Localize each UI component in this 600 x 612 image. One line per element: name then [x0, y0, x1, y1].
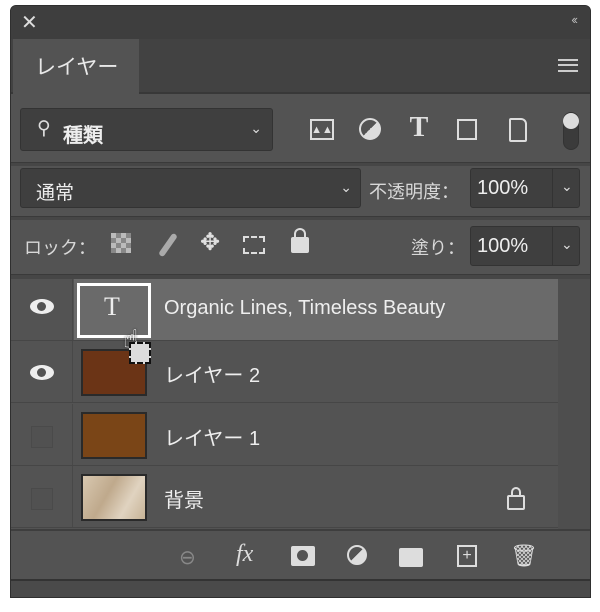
- link-layers-icon[interactable]: ⊖: [179, 545, 196, 570]
- filter-kind-select[interactable]: ⚲ 種類 ⌄: [20, 108, 273, 151]
- search-icon: ⚲: [37, 118, 51, 139]
- text-layer-thumbnail: T: [77, 283, 151, 338]
- layer-row[interactable]: レイヤー 1: [11, 404, 558, 466]
- opacity-dropdown-button[interactable]: ⌄: [552, 169, 579, 207]
- chevron-down-icon: ⌄: [561, 178, 573, 194]
- chevron-down-icon: ⌄: [250, 120, 262, 136]
- opacity-input[interactable]: 100% ⌄: [470, 168, 580, 208]
- shape-filter-icon[interactable]: [457, 119, 477, 140]
- layer-name: レイヤー 1: [164, 428, 261, 450]
- tab-layers[interactable]: レイヤー: [13, 39, 139, 96]
- fill-value: 100%: [477, 235, 529, 257]
- chevron-down-icon: ⌄: [340, 179, 352, 195]
- opacity-value: 100%: [477, 177, 529, 199]
- image-filter-icon[interactable]: ▲▲: [310, 119, 334, 140]
- visibility-toggle[interactable]: [31, 488, 53, 510]
- layer-name: 背景: [164, 490, 204, 512]
- layer-list: T Organic Lines, Timeless Beauty レイヤー 2 …: [11, 279, 590, 529]
- layer-row[interactable]: T Organic Lines, Timeless Beauty: [11, 279, 558, 341]
- close-icon[interactable]: ✕: [21, 10, 38, 35]
- filter-toggle[interactable]: [563, 112, 579, 150]
- lock-artboard-icon[interactable]: [243, 236, 265, 254]
- filter-kind-value: 種類: [63, 125, 103, 147]
- layer-name: レイヤー 2: [164, 365, 261, 387]
- title-bar: ✕ ‹‹: [11, 6, 590, 39]
- chevron-down-icon: ⌄: [561, 236, 573, 252]
- text-type-icon: T: [104, 292, 120, 321]
- adjustment-layer-icon[interactable]: [347, 545, 367, 565]
- panel-menu-icon[interactable]: [558, 59, 578, 72]
- visibility-toggle[interactable]: [31, 426, 53, 448]
- trash-icon[interactable]: 🗑︎: [510, 543, 538, 569]
- layer-row[interactable]: レイヤー 2: [11, 341, 558, 403]
- blend-mode-select[interactable]: 通常 ⌄: [20, 168, 361, 208]
- layer-style-button[interactable]: fx: [236, 541, 253, 568]
- divider: [11, 216, 590, 220]
- layer-thumbnail: [81, 474, 147, 521]
- tab-label: レイヤー: [35, 56, 119, 79]
- opacity-label: 不透明度：: [369, 182, 459, 202]
- new-layer-icon[interactable]: +: [457, 545, 477, 567]
- new-group-icon[interactable]: [399, 548, 423, 567]
- lock-transparent-pixels-icon[interactable]: [111, 233, 131, 253]
- layer-row[interactable]: 背景: [11, 466, 558, 528]
- panel-footer: [11, 579, 590, 597]
- type-filter-icon[interactable]: T: [407, 112, 431, 143]
- fill-dropdown-button[interactable]: ⌄: [552, 227, 579, 265]
- eye-icon[interactable]: [30, 365, 54, 380]
- layer-thumbnail: [81, 412, 147, 459]
- adjustment-filter-icon[interactable]: [359, 118, 381, 140]
- lock-all-icon[interactable]: [291, 228, 309, 253]
- smart-object-filter-icon[interactable]: [509, 118, 527, 142]
- layers-panel: ✕ ‹‹ レイヤー ⚲ 種類 ⌄ ▲▲ T 通常 ⌄ 不透明度： 100% ⌄ …: [10, 5, 591, 598]
- add-mask-icon[interactable]: [291, 546, 315, 566]
- lock-position-icon[interactable]: ✥: [197, 229, 223, 256]
- layers-toolbar: ⊖ fx + 🗑︎: [11, 529, 590, 579]
- scrollbar-track[interactable]: [558, 279, 590, 529]
- lock-image-pixels-icon[interactable]: [158, 232, 178, 258]
- collapse-icon[interactable]: ‹‹: [571, 12, 578, 27]
- drag-layer-icon: [129, 342, 151, 364]
- fill-input[interactable]: 100% ⌄: [470, 226, 580, 266]
- blend-mode-value: 通常: [36, 183, 75, 204]
- lock-icon: [507, 487, 525, 510]
- divider: [11, 162, 590, 166]
- layer-name: Organic Lines, Timeless Beauty: [164, 297, 446, 319]
- lock-label: ロック：: [24, 238, 96, 258]
- fill-label: 塗り：: [411, 238, 465, 258]
- eye-icon[interactable]: [30, 299, 54, 314]
